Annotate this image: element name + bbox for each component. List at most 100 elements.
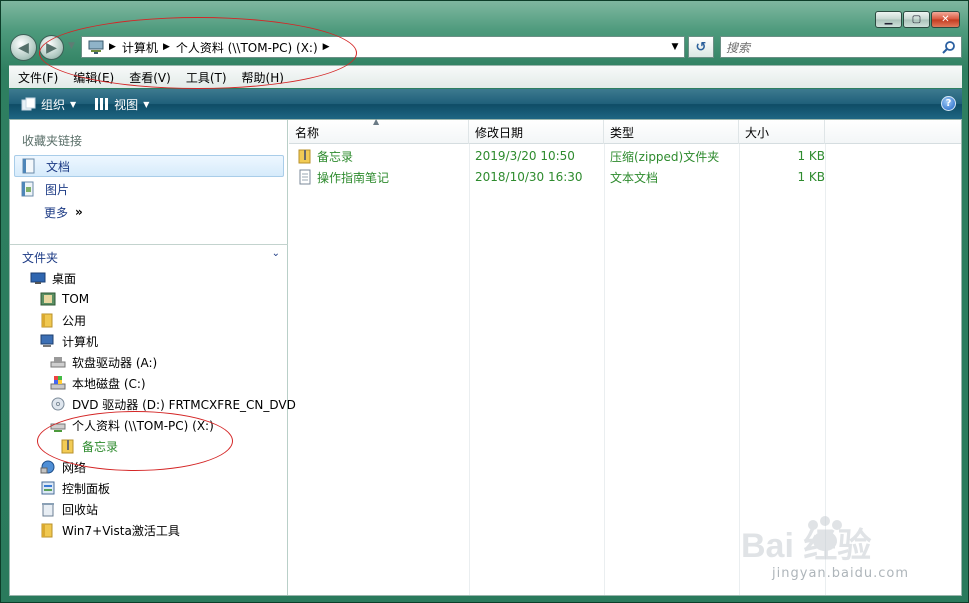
tree-item-activation-tools[interactable]: Win7+Vista激活工具 bbox=[40, 520, 180, 540]
zip-folder-icon bbox=[298, 149, 311, 164]
column-modified[interactable]: 修改日期 bbox=[469, 120, 604, 144]
forward-arrow-icon: ▶ bbox=[46, 39, 57, 56]
breadcrumb-computer[interactable]: 计算机 bbox=[122, 39, 158, 56]
breadcrumb-separator-icon[interactable]: ▶ bbox=[323, 42, 330, 52]
views-icon bbox=[95, 98, 109, 110]
close-button[interactable]: ✕ bbox=[931, 11, 960, 28]
help-icon[interactable]: ? bbox=[941, 96, 956, 111]
file-list-pane: 名称 ▲ 修改日期 类型 大小 备忘录 2019/3/20 10:50 压缩(z… bbox=[289, 117, 961, 595]
search-icon[interactable] bbox=[942, 40, 956, 54]
breadcrumb-separator-icon[interactable]: ▶ bbox=[163, 42, 170, 52]
folders-header[interactable]: 文件夹 ⌄ bbox=[10, 244, 288, 266]
address-bar[interactable]: ▶ 计算机 ▶ 个人资料 (\\TOM-PC) (X:) ▶ ▼ bbox=[81, 36, 685, 58]
tree-item-computer[interactable]: 计算机 bbox=[40, 331, 98, 351]
favorite-pictures[interactable]: 图片 bbox=[14, 178, 284, 200]
menu-edit[interactable]: 编辑(E) bbox=[67, 69, 120, 86]
folder-icon bbox=[41, 313, 53, 328]
sort-ascending-icon: ▲ bbox=[373, 117, 380, 126]
folder-icon bbox=[41, 523, 53, 538]
tree-label: 备忘录 bbox=[82, 439, 119, 454]
watermark-url: jingyan.baidu.com bbox=[772, 566, 909, 581]
floppy-drive-icon bbox=[50, 357, 66, 368]
favorite-label: 图片 bbox=[45, 182, 70, 197]
tree-label: TOM bbox=[62, 292, 90, 306]
minimize-button[interactable]: ▁ bbox=[875, 11, 902, 28]
back-button[interactable]: ◀ bbox=[10, 34, 37, 61]
explorer-window: ▁ ▢ ✕ ◀ ▶ ▼ ▶ 计算机 ▶ 个人资料 (\\TOM-PC) (X:)… bbox=[0, 0, 969, 603]
tree-label: DVD 驱动器 (D:) FRTMCXFRE_CN_DVD bbox=[72, 397, 296, 412]
organize-label: 组织 bbox=[41, 97, 66, 112]
recent-pages-dropdown[interactable]: ▼ bbox=[68, 41, 75, 51]
search-input[interactable]: 搜索 bbox=[720, 36, 962, 58]
menu-view[interactable]: 查看(V) bbox=[123, 69, 177, 86]
user-folder-icon bbox=[40, 292, 56, 306]
network-drive-icon bbox=[50, 423, 66, 432]
column-size[interactable]: 大小 bbox=[739, 120, 825, 144]
breadcrumb-personal-drive[interactable]: 个人资料 (\\TOM-PC) (X:) bbox=[176, 39, 318, 56]
tree-item-personal-drive[interactable]: 个人资料 (\\TOM-PC) (X:) bbox=[50, 415, 214, 435]
desktop-icon bbox=[30, 272, 46, 284]
tree-item-desktop[interactable]: 桌面 bbox=[30, 268, 76, 288]
menu-bar: 文件(F) 编辑(E) 查看(V) 工具(T) 帮助(H) bbox=[9, 65, 962, 88]
address-row: ◀ ▶ ▼ ▶ 计算机 ▶ 个人资料 (\\TOM-PC) (X:) ▶ ▼ ↺… bbox=[9, 32, 962, 62]
control-panel-icon bbox=[41, 481, 55, 495]
file-size: 1 KB bbox=[797, 170, 825, 184]
tree-item-network[interactable]: 网络 bbox=[40, 457, 86, 477]
tree-item-recycle-bin[interactable]: 回收站 bbox=[40, 499, 98, 519]
table-row[interactable]: 备忘录 2019/3/20 10:50 压缩(zipped)文件夹 1 KB bbox=[289, 146, 849, 166]
tree-label: 个人资料 (\\TOM-PC) (X:) bbox=[72, 418, 214, 433]
tree-item-tom[interactable]: TOM bbox=[40, 289, 89, 309]
tree-item-floppy[interactable]: 软盘驱动器 (A:) bbox=[50, 352, 157, 372]
recycle-bin-icon bbox=[42, 503, 54, 517]
baidu-paw-logo: Bai 经验 bbox=[741, 516, 871, 565]
maximize-button[interactable]: ▢ bbox=[903, 11, 930, 28]
tree-label: 网络 bbox=[62, 460, 87, 475]
main-panes: 收藏夹链接 文档 图片 更多 » 文件夹 ⌄ 桌面 TOM 公用 计算机 软盘驱… bbox=[9, 117, 962, 596]
tree-item-dvd[interactable]: DVD 驱动器 (D:) FRTMCXFRE_CN_DVD bbox=[50, 394, 296, 414]
tree-label: 桌面 bbox=[52, 271, 77, 286]
column-label: 名称 bbox=[295, 125, 320, 140]
views-button[interactable]: 视图 ▼ bbox=[88, 92, 155, 116]
breadcrumb-separator-icon[interactable]: ▶ bbox=[109, 42, 116, 52]
column-type[interactable]: 类型 bbox=[604, 120, 739, 144]
chevron-down-icon: ⌄ bbox=[271, 248, 280, 259]
watermark-brand: Bai 经验 bbox=[741, 526, 871, 565]
folders-header-label: 文件夹 bbox=[22, 251, 59, 265]
double-chevron-right-icon: » bbox=[75, 205, 83, 219]
menu-help[interactable]: 帮助(H) bbox=[236, 69, 290, 86]
tree-label: Win7+Vista激活工具 bbox=[62, 523, 180, 538]
dvd-drive-icon bbox=[51, 397, 65, 411]
column-label: 类型 bbox=[610, 125, 635, 140]
more-label: 更多 bbox=[44, 205, 69, 220]
forward-button[interactable]: ▶ bbox=[39, 35, 64, 60]
file-name: 备忘录 bbox=[317, 149, 354, 164]
caption-buttons: ▁ ▢ ✕ bbox=[875, 11, 960, 28]
favorite-label: 文档 bbox=[46, 159, 71, 174]
command-bar: 组织 ▼ 视图 ▼ ? bbox=[9, 89, 962, 119]
refresh-button[interactable]: ↺ bbox=[688, 36, 714, 58]
tree-item-local-disk[interactable]: 本地磁盘 (C:) bbox=[50, 373, 146, 393]
navigation-pane: 收藏夹链接 文档 图片 更多 » 文件夹 ⌄ 桌面 TOM 公用 计算机 软盘驱… bbox=[10, 120, 296, 595]
back-arrow-icon: ◀ bbox=[18, 39, 29, 56]
local-disk-icon bbox=[50, 376, 66, 390]
file-modified: 2018/10/30 16:30 bbox=[475, 170, 583, 184]
tree-label: 软盘驱动器 (A:) bbox=[72, 355, 158, 370]
column-label: 修改日期 bbox=[475, 125, 524, 140]
table-row[interactable]: 操作指南笔记 2018/10/30 16:30 文本文档 1 KB bbox=[289, 167, 849, 187]
file-name: 操作指南笔记 bbox=[317, 170, 390, 185]
file-type: 压缩(zipped)文件夹 bbox=[610, 149, 720, 164]
tree-item-public[interactable]: 公用 bbox=[40, 310, 86, 330]
column-name[interactable]: 名称 ▲ bbox=[289, 117, 469, 144]
refresh-icon: ↺ bbox=[695, 39, 707, 55]
favorite-documents[interactable]: 文档 bbox=[14, 155, 284, 177]
column-divider bbox=[604, 144, 605, 595]
menu-file[interactable]: 文件(F) bbox=[12, 69, 64, 86]
tree-item-memo[interactable]: 备忘录 bbox=[60, 436, 118, 456]
address-dropdown-icon[interactable]: ▼ bbox=[668, 37, 682, 57]
favorite-more[interactable]: 更多 » bbox=[14, 201, 284, 223]
text-file-icon bbox=[299, 169, 311, 185]
tree-item-control-panel[interactable]: 控制面板 bbox=[40, 478, 110, 498]
organize-button[interactable]: 组织 ▼ bbox=[15, 92, 82, 116]
search-placeholder: 搜索 bbox=[726, 40, 751, 55]
menu-tools[interactable]: 工具(T) bbox=[180, 69, 233, 86]
